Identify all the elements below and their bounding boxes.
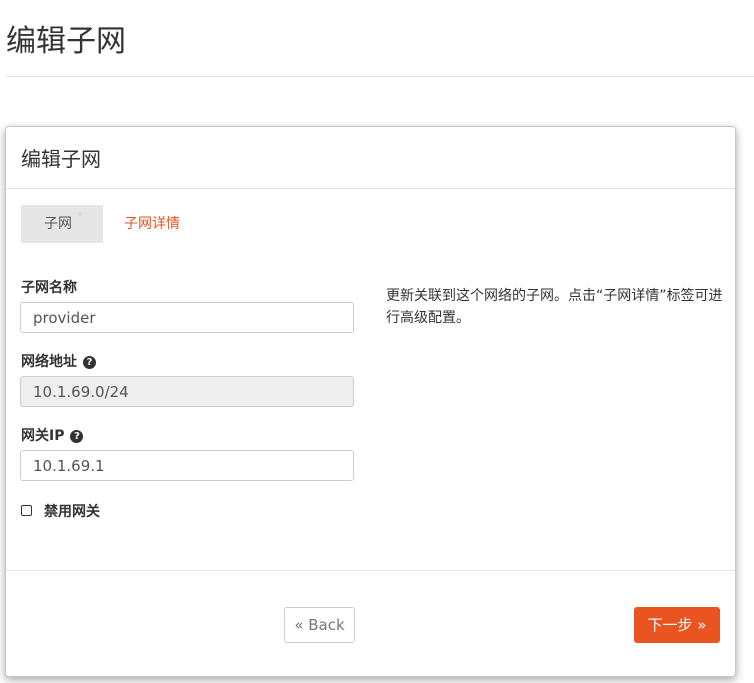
page-title: 编辑子网 bbox=[6, 24, 126, 59]
back-button[interactable]: « Back bbox=[284, 607, 355, 643]
tab-subnet-label: 子网 bbox=[44, 216, 72, 232]
help-text: 更新关联到这个网络的子网。点击“子网详情”标签可进行高级配置。 bbox=[386, 288, 723, 326]
question-circle-icon[interactable]: ? bbox=[70, 430, 84, 443]
gateway-ip-input[interactable] bbox=[20, 450, 354, 481]
gateway-ip-label: 网关IP? bbox=[21, 425, 84, 445]
network-address-label: 网络地址? bbox=[21, 351, 96, 371]
subnet-name-label: 子网名称 bbox=[21, 277, 77, 297]
subnet-name-input[interactable] bbox=[20, 302, 354, 333]
page-divider bbox=[6, 76, 754, 77]
checkbox-icon[interactable] bbox=[21, 505, 32, 516]
tab-subnet[interactable]: 子网 * bbox=[21, 205, 103, 243]
network-address-input bbox=[20, 376, 354, 407]
tab-subnet-details[interactable]: 子网详情 bbox=[124, 205, 180, 243]
modal-title: 编辑子网 bbox=[21, 147, 101, 171]
required-mark: * bbox=[77, 209, 83, 223]
disable-gateway-label: 禁用网关 bbox=[44, 504, 100, 520]
subnet-name-label-text: 子网名称 bbox=[21, 280, 77, 296]
edit-subnet-modal: 编辑子网 子网 * 子网详情 子网名称 网络地址? 网关IP? 禁用网关 更新关… bbox=[5, 126, 736, 677]
next-button[interactable]: 下一步 » bbox=[634, 607, 720, 643]
gateway-ip-label-text: 网关IP bbox=[21, 428, 65, 444]
footer-divider bbox=[6, 570, 735, 571]
question-circle-icon[interactable]: ? bbox=[83, 356, 96, 369]
network-address-label-text: 网络地址 bbox=[21, 354, 77, 370]
modal-header: 编辑子网 bbox=[6, 127, 735, 189]
disable-gateway-row[interactable]: 禁用网关 bbox=[21, 501, 100, 521]
